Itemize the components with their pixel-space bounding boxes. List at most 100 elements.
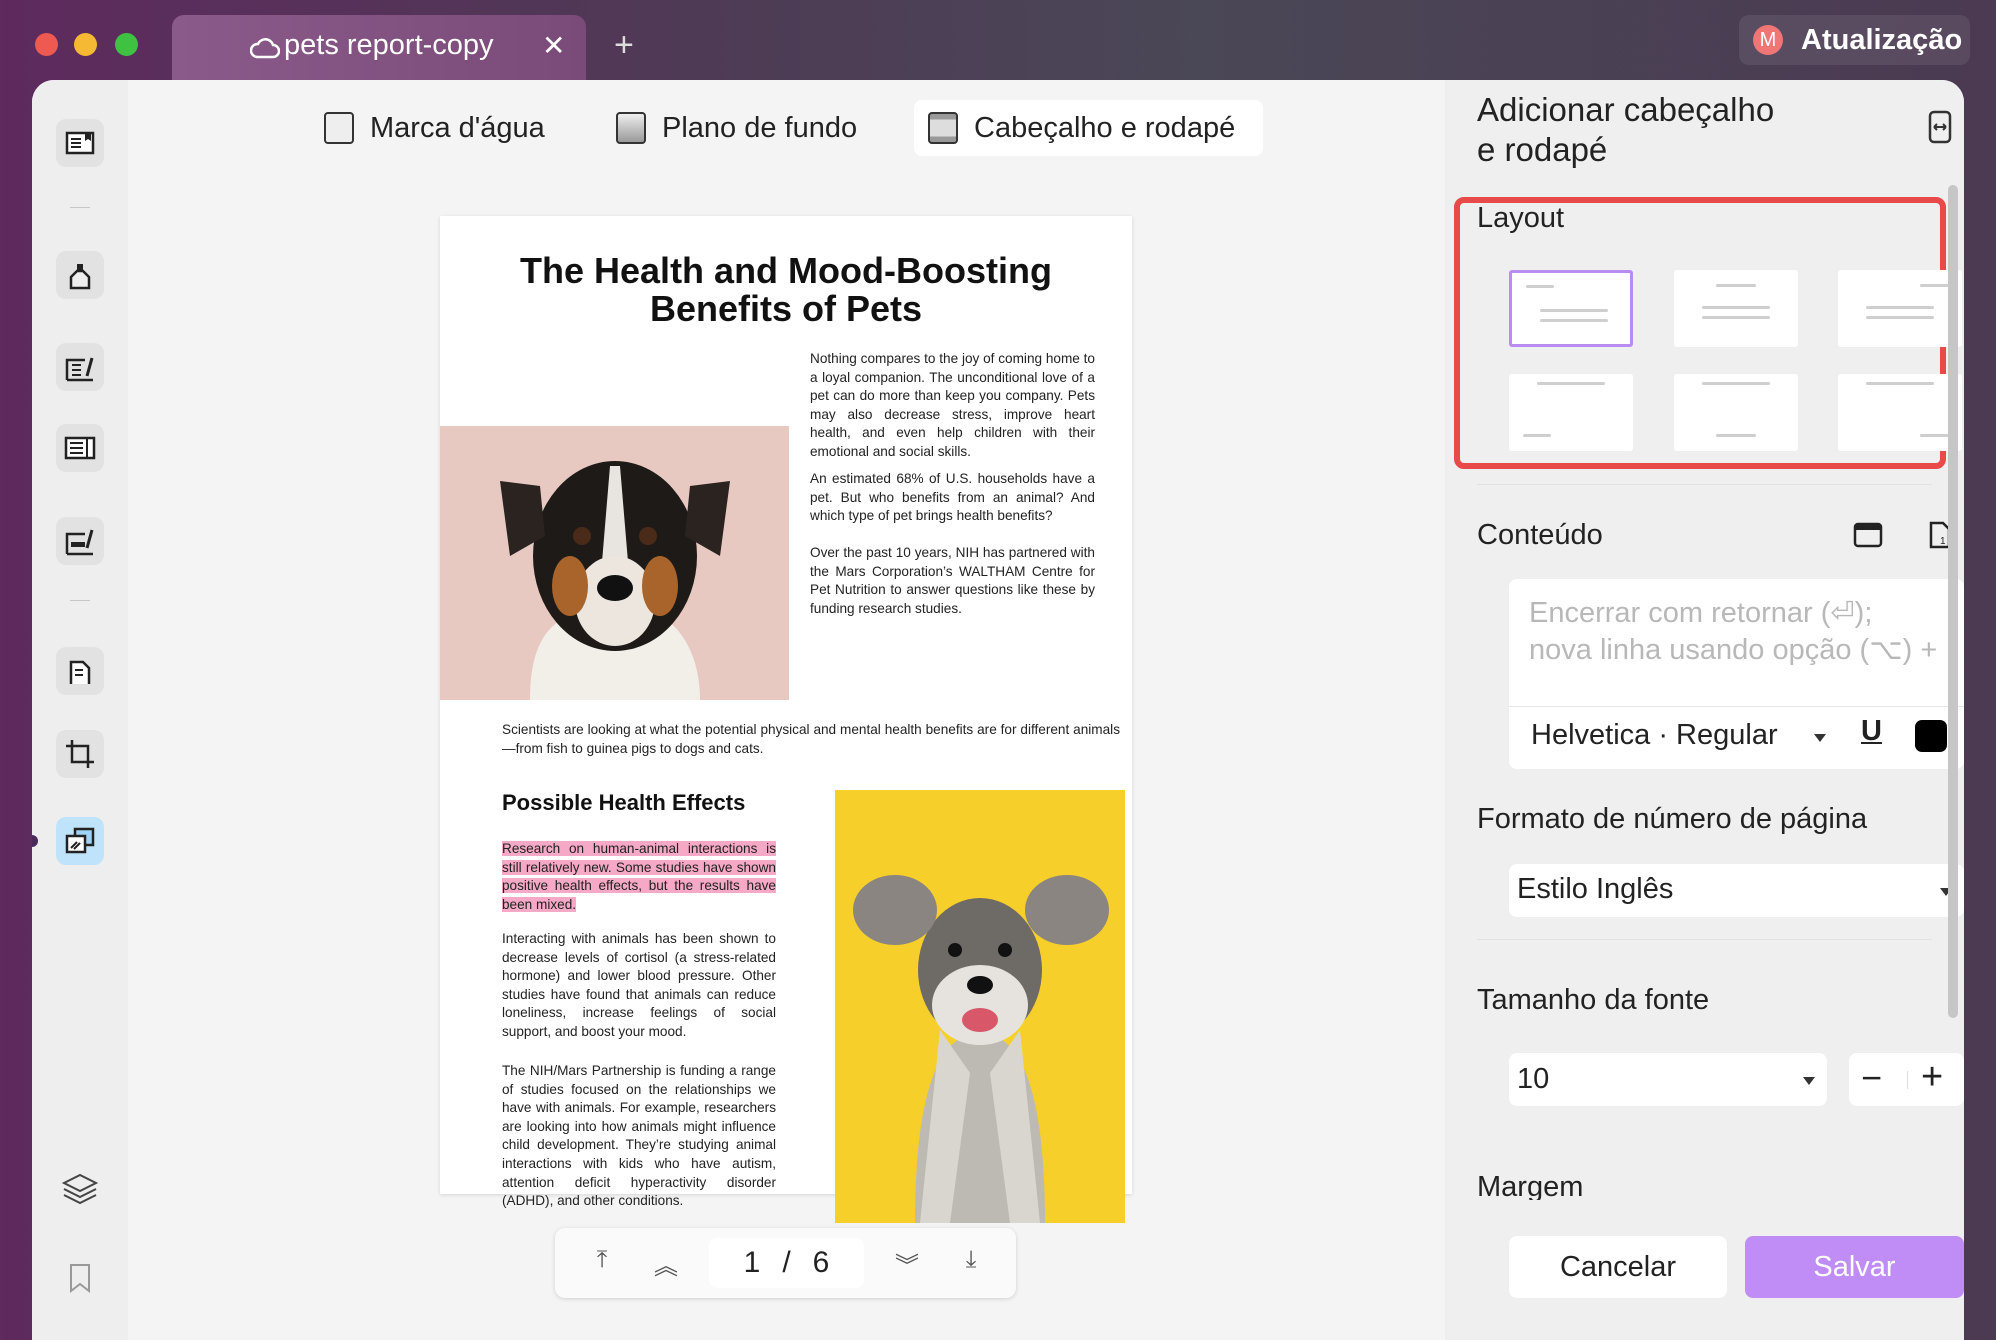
underline-button[interactable]: U xyxy=(1861,715,1882,748)
divider xyxy=(1509,706,1964,707)
close-tab-icon[interactable]: ✕ xyxy=(542,29,565,62)
divider xyxy=(1477,484,1932,485)
font-size-value: 10 xyxy=(1517,1063,1550,1095)
section-heading: Possible Health Effects xyxy=(502,790,746,815)
last-page-button[interactable]: ⤓ xyxy=(954,1246,988,1280)
divider xyxy=(1477,939,1932,940)
previous-page-button[interactable]: ︽ xyxy=(649,1246,683,1280)
page-format-select[interactable]: Estilo Inglês xyxy=(1509,864,1964,917)
app-window: Marca d'água Plano de fundo Cabeçalho e … xyxy=(32,80,1964,1340)
pdf-page: The Health and Mood-Boosting Benefits of … xyxy=(440,216,1132,1223)
current-page: 1 xyxy=(743,1246,761,1279)
background-tab[interactable]: Plano de fundo xyxy=(602,100,871,156)
page-navigation: ⤒ ︽ 1 / 6 ︾ ⤓ xyxy=(555,1228,1016,1298)
header-footer-label: Cabeçalho e rodapé xyxy=(974,111,1236,144)
form-tool-button[interactable] xyxy=(56,424,104,472)
font-size-select[interactable]: 10 xyxy=(1509,1053,1827,1106)
divider xyxy=(70,207,90,208)
dog-photo-2 xyxy=(835,790,1125,1223)
close-window-button[interactable] xyxy=(35,33,58,56)
watermark-pages-icon xyxy=(65,827,95,854)
update-button[interactable]: M Atualização xyxy=(1739,15,1970,65)
sign-tool-button[interactable] xyxy=(56,517,104,565)
paragraph: The NIH/Mars Partnership is funding a ra… xyxy=(502,1063,776,1209)
font-size-label: Tamanho da fonte xyxy=(1477,984,1710,1016)
page-separator: / xyxy=(782,1246,791,1279)
layers-button[interactable] xyxy=(60,1169,100,1209)
layout-header-center[interactable] xyxy=(1674,270,1798,347)
layout-footer-left[interactable] xyxy=(1509,374,1633,451)
tab-title: pets report-copy xyxy=(284,29,494,61)
highlighter-icon xyxy=(69,264,91,290)
cloud-icon xyxy=(250,38,280,59)
layers-icon xyxy=(61,1173,99,1205)
layout-footer-center[interactable] xyxy=(1674,374,1798,451)
page-format-label: Formato de número de página xyxy=(1477,803,1868,835)
minimize-window-button[interactable] xyxy=(74,33,97,56)
first-page-button[interactable]: ⤒ xyxy=(585,1246,619,1280)
highlighted-paragraph: Research on human-animal interactions is… xyxy=(502,841,776,912)
organize-pages-button[interactable] xyxy=(56,647,104,695)
schnauzer-illustration xyxy=(853,875,1109,1223)
text-color-swatch[interactable] xyxy=(1915,720,1947,752)
svg-text:1: 1 xyxy=(1940,536,1946,547)
pages-icon xyxy=(69,660,91,684)
update-label: Atualização xyxy=(1801,24,1963,56)
paragraph: Scientists are looking at what the poten… xyxy=(502,722,1120,756)
watermark-icon xyxy=(324,112,354,144)
document-tab[interactable]: pets report-copy ✕ xyxy=(172,15,586,81)
dog-photo-1 xyxy=(440,426,789,700)
signature-icon xyxy=(65,529,94,556)
avatar: M xyxy=(1753,25,1783,55)
font-select[interactable]: Helvetica · Regular xyxy=(1531,719,1778,752)
paragraph: An estimated 68% of U.S. households have… xyxy=(810,471,1095,524)
edit-text-button[interactable] xyxy=(56,343,104,391)
reader-mode-button[interactable] xyxy=(56,119,104,167)
page-format-value: Estilo Inglês xyxy=(1517,873,1674,905)
bookmark-icon xyxy=(70,1264,90,1294)
layout-header-right[interactable] xyxy=(1838,270,1962,347)
new-tab-button[interactable]: + xyxy=(614,26,634,65)
increase-font-size-button[interactable]: + xyxy=(1921,1056,1943,1099)
margin-label: Margem xyxy=(1477,1171,1584,1201)
font-size-stepper: − + xyxy=(1849,1053,1964,1106)
paragraph: Over the past 10 years, NIH has partnere… xyxy=(810,545,1095,616)
dog-illustration xyxy=(500,461,730,700)
crop-tool-button[interactable] xyxy=(56,730,104,778)
content-textarea[interactable]: Encerrar com retornar (⏎); nova linha usa… xyxy=(1509,579,1964,769)
next-page-button[interactable]: ︾ xyxy=(890,1246,924,1280)
panel-title: Adicionar cabeçalho e rodapé xyxy=(1477,91,1775,168)
highlight-tool-button[interactable] xyxy=(56,251,104,299)
document-title: The Health and Mood-Boosting Benefits of … xyxy=(520,250,1052,329)
bookmark-button[interactable] xyxy=(66,1262,94,1294)
header-footer-tab[interactable]: Cabeçalho e rodapé xyxy=(914,100,1263,156)
chevron-down-icon xyxy=(1814,734,1826,742)
expand-panel-icon[interactable] xyxy=(1928,110,1952,144)
cancel-button[interactable]: Cancelar xyxy=(1509,1236,1727,1298)
paragraph: Nothing compares to the joy of coming ho… xyxy=(810,351,1095,459)
crop-icon xyxy=(66,740,94,768)
zoom-window-button[interactable] xyxy=(115,33,138,56)
content-placeholder: Encerrar com retornar (⏎); nova linha usa… xyxy=(1529,597,1938,666)
page-number-field[interactable]: 1 / 6 xyxy=(709,1238,864,1288)
layout-header-left[interactable] xyxy=(1509,270,1633,347)
layout-label: Layout xyxy=(1477,202,1565,234)
divider xyxy=(1907,1071,1908,1089)
decrease-font-size-button[interactable]: − xyxy=(1861,1057,1882,1099)
save-button[interactable]: Salvar xyxy=(1745,1236,1964,1298)
form-icon xyxy=(64,436,96,460)
edit-document-icon xyxy=(65,357,94,382)
watermark-tab[interactable]: Marca d'água xyxy=(310,100,559,156)
total-pages: 6 xyxy=(812,1246,830,1279)
panel-scrollbar[interactable] xyxy=(1948,185,1958,1018)
background-label: Plano de fundo xyxy=(662,111,858,144)
watermark-label: Marca d'água xyxy=(370,111,545,144)
sidebar xyxy=(32,80,128,1340)
layout-footer-right[interactable] xyxy=(1838,374,1962,451)
insert-date-icon[interactable] xyxy=(1853,520,1883,548)
header-footer-icon xyxy=(928,112,958,144)
page-tools-button[interactable] xyxy=(56,817,104,865)
active-indicator xyxy=(32,835,38,847)
chevron-down-icon xyxy=(1803,1077,1815,1085)
divider xyxy=(70,600,90,601)
